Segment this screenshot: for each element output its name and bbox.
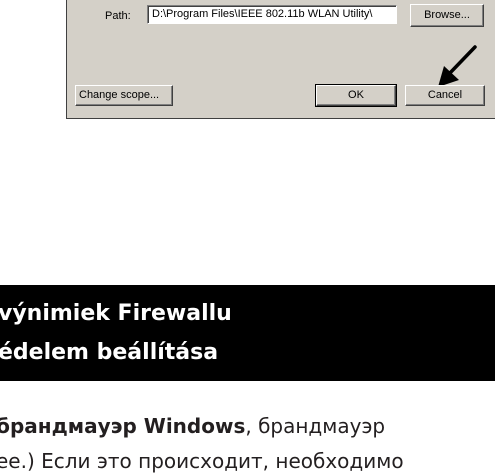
body-bold-term: брандмауэр Windows [0, 414, 246, 438]
firewall-dialog: Path: D:\Program Files\IEEE 802.11b WLAN… [66, 0, 495, 119]
body-line-1-rest: , брандмауэр [245, 414, 386, 438]
ok-button[interactable]: OK [315, 84, 397, 107]
browse-button[interactable]: Browse... [410, 4, 484, 27]
section-heading: výnimiek Firewallu édelem beállítása [0, 285, 495, 381]
change-scope-button[interactable]: Change scope... [75, 85, 173, 106]
arrow-pointer-icon [438, 45, 477, 87]
body-paragraph: брандмауэр Windows, брандмауэр ee.) Если… [0, 409, 495, 473]
cancel-button[interactable]: Cancel [405, 85, 485, 106]
heading-line-1: výnimiek Firewallu [0, 301, 232, 326]
body-line-2: ee.) Если это происходит, необходимо [0, 449, 404, 473]
page: Path: D:\Program Files\IEEE 802.11b WLAN… [0, 0, 495, 473]
heading-line-2: édelem beállítása [0, 340, 219, 365]
path-label: Path: [105, 10, 131, 22]
body-line-1: брандмауэр Windows, брандмауэр [0, 409, 495, 444]
path-field[interactable]: D:\Program Files\IEEE 802.11b WLAN Utili… [147, 5, 397, 24]
